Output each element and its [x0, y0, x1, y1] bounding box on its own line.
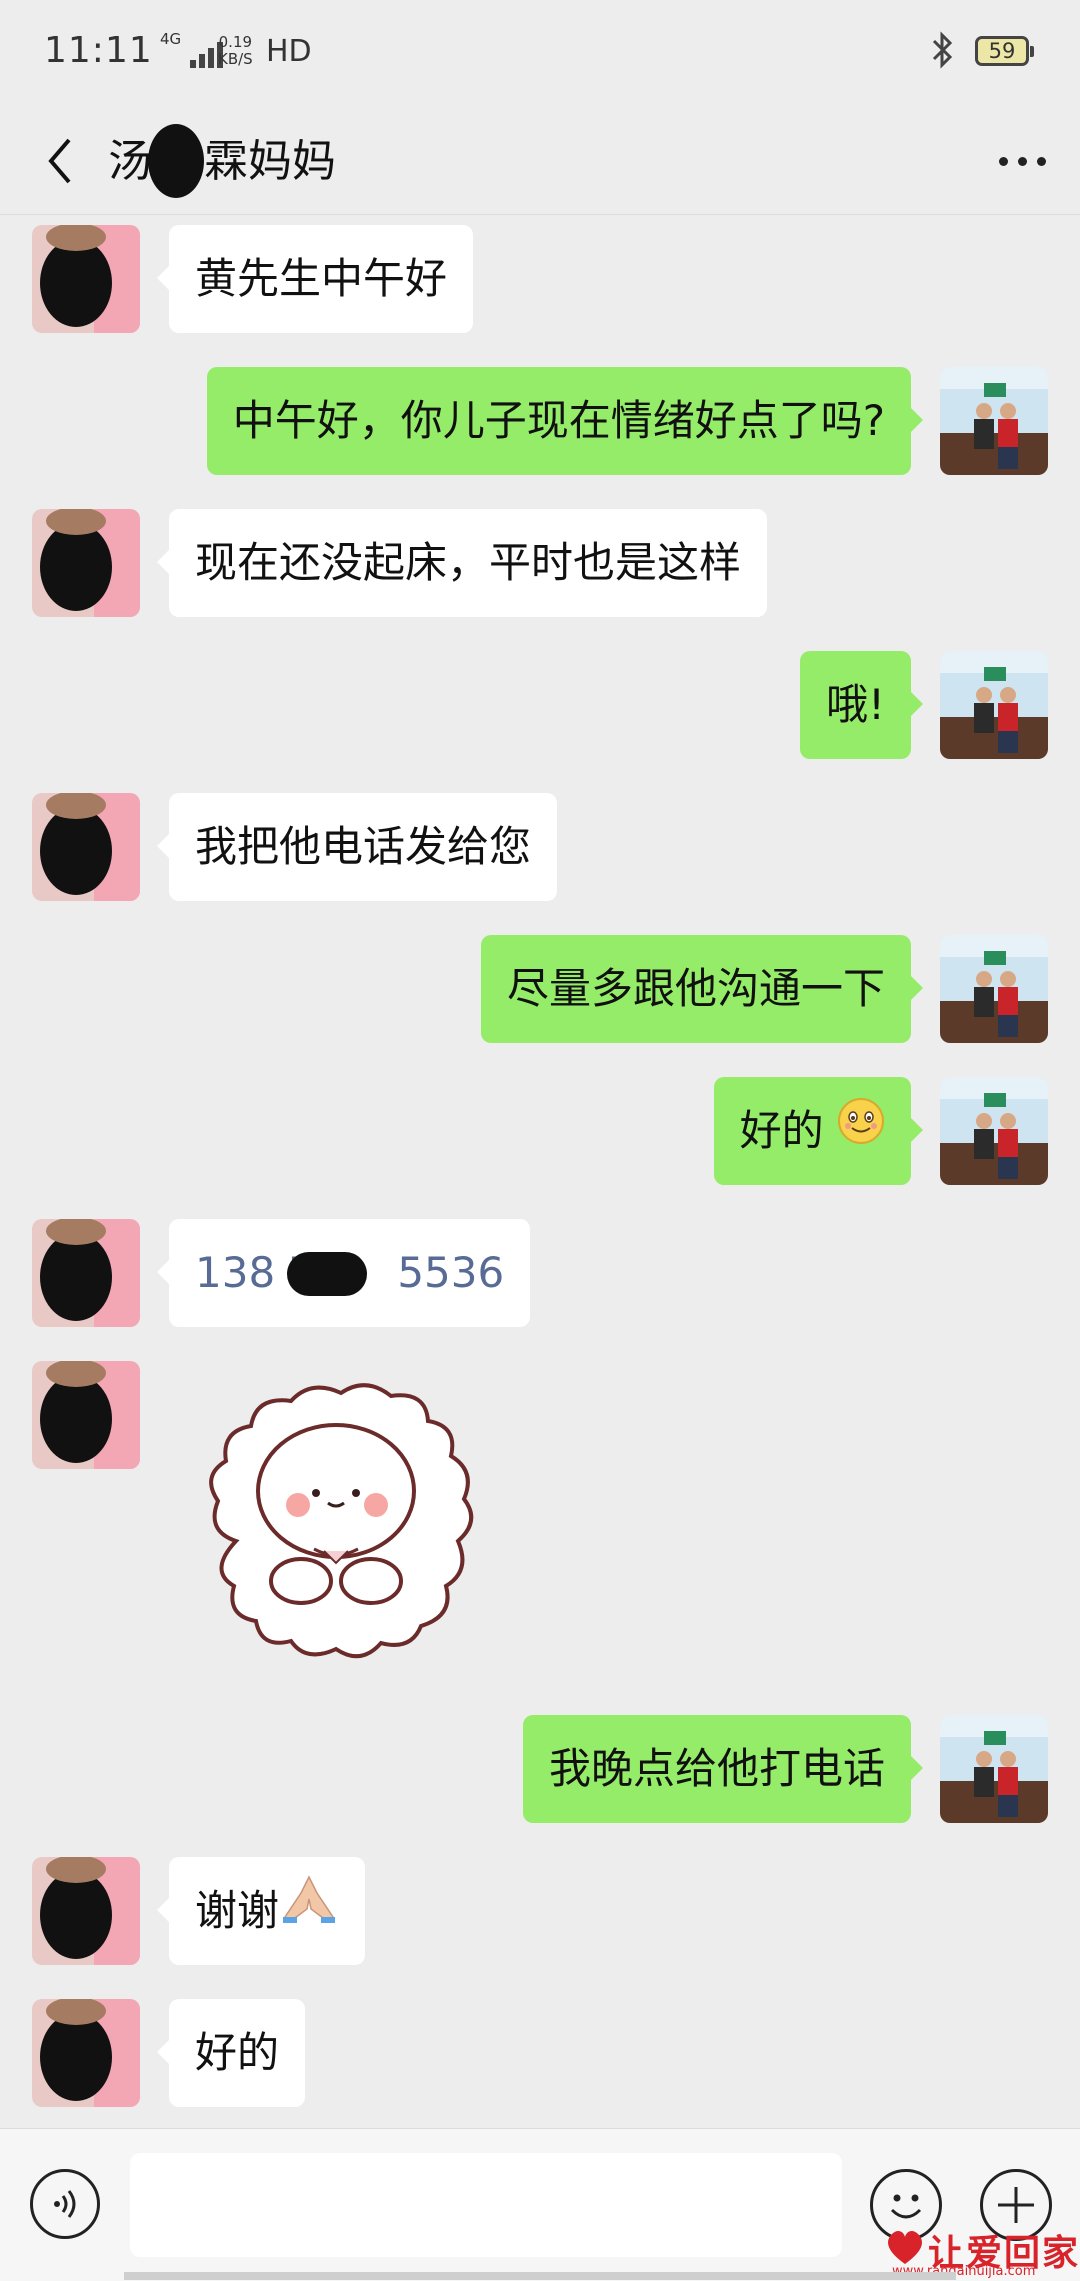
- user-avatar[interactable]: [940, 1077, 1048, 1185]
- status-time: 11:11: [44, 30, 153, 71]
- redaction-mark: [287, 1251, 368, 1296]
- message-bubble[interactable]: 中午好，你儿子现在情绪好点了吗?: [206, 367, 924, 475]
- network-type: 4G: [160, 30, 182, 48]
- more-options-button[interactable]: [992, 136, 1052, 186]
- back-button[interactable]: [30, 126, 90, 196]
- message-text: 好的: [739, 1106, 824, 1155]
- hd-indicator: HD: [266, 34, 312, 69]
- speed-unit: KB/S: [218, 50, 253, 68]
- redaction-mark: [148, 124, 204, 198]
- message-bubble[interactable]: 现在还没起床，平时也是这样: [156, 509, 768, 617]
- message-bubble[interactable]: 好的: [156, 1999, 306, 2107]
- contact-avatar[interactable]: [32, 225, 140, 333]
- message-bubble[interactable]: 尽量多跟他沟通一下: [480, 935, 924, 1043]
- message-bubble[interactable]: 好的: [713, 1077, 924, 1185]
- sheep-sticker[interactable]: [196, 1381, 506, 1681]
- phone-number-message[interactable]: 138 7 5536: [156, 1219, 531, 1327]
- contact-avatar[interactable]: [32, 1361, 140, 1469]
- more-dot-icon: [1017, 156, 1027, 166]
- status-bar: 11:11 4G 0.19 KB/S HD 59: [0, 0, 1080, 110]
- message-bubble[interactable]: 我把他电话发给您: [156, 793, 558, 901]
- title-part-1: 汤: [108, 136, 152, 187]
- chat-title: 汤 霖妈妈: [108, 110, 336, 214]
- title-part-2: 霖妈妈: [204, 136, 336, 187]
- message-list[interactable]: 黄先生中午好 中午好，你儿子现在情绪好点了吗? 现在还没起床，平时也是这样 哦!…: [0, 215, 1080, 2125]
- user-avatar[interactable]: [940, 651, 1048, 759]
- voice-icon: [54, 2190, 76, 2218]
- contact-avatar[interactable]: [32, 1857, 140, 1965]
- bluetooth-icon: [928, 30, 958, 79]
- user-avatar[interactable]: [940, 367, 1048, 475]
- battery-icon: 59: [975, 36, 1034, 66]
- user-avatar[interactable]: [940, 1715, 1048, 1823]
- message-bubble[interactable]: 我晚点给他打电话: [522, 1715, 924, 1823]
- smile-emoji-icon: [837, 1077, 885, 1185]
- message-text: 谢谢: [195, 1886, 280, 1935]
- message-bubble[interactable]: 黄先生中午好: [156, 225, 474, 333]
- network-speed: 0.19 KB/S: [218, 34, 253, 68]
- chevron-left-icon: [48, 138, 71, 184]
- more-dot-icon: [998, 156, 1008, 166]
- contact-avatar[interactable]: [32, 1999, 140, 2107]
- voice-input-button[interactable]: [30, 2169, 100, 2239]
- bottom-edge-bar: [124, 2272, 956, 2280]
- signal-icon: 4G: [160, 32, 181, 47]
- chat-header: 汤 霖妈妈: [0, 110, 1080, 215]
- message-bubble[interactable]: 谢谢: [156, 1857, 366, 1965]
- contact-avatar[interactable]: [32, 509, 140, 617]
- message-bubble[interactable]: 哦!: [800, 651, 923, 759]
- phone-part-2: 5536: [397, 1248, 505, 1297]
- praying-hands-icon: [279, 1857, 339, 1965]
- contact-avatar[interactable]: [32, 793, 140, 901]
- more-dot-icon: [1036, 156, 1046, 166]
- contact-avatar[interactable]: [32, 1219, 140, 1327]
- message-input[interactable]: [130, 2153, 842, 2257]
- speed-value: 0.19: [218, 33, 253, 51]
- user-avatar[interactable]: [940, 935, 1048, 1043]
